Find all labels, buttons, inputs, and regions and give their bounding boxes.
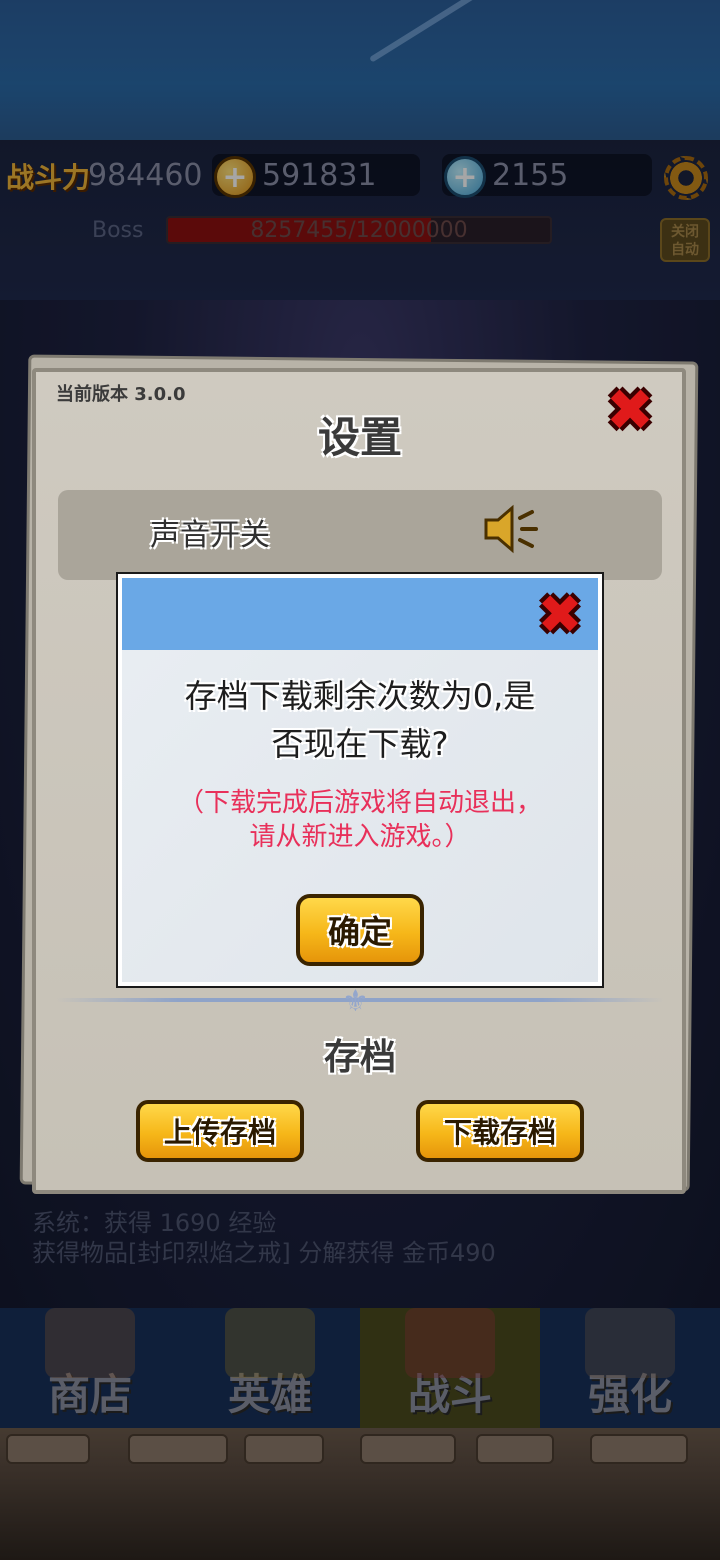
sound-toggle-label: 声音开关 (150, 518, 270, 553)
download-save-button[interactable]: 下载存档 (416, 1100, 584, 1162)
sound-row (58, 490, 662, 580)
dialog-message: 存档下载剩余次数为0,是 否现在下载? (140, 672, 580, 768)
dialog-note-line2: 请从新进入游戏。） (249, 822, 471, 852)
dialog-close-icon[interactable]: ✖ (530, 583, 590, 646)
speaker-icon[interactable] (482, 504, 542, 554)
save-section-title: 存档 (323, 1037, 396, 1078)
dialog-message-line1: 存档下载剩余次数为0,是 (184, 677, 536, 715)
dialog-note-line1: （下载完成后游戏将自动退出， (177, 788, 542, 818)
upload-save-button[interactable]: 上传存档 (136, 1100, 304, 1162)
confirm-button[interactable]: 确定 (296, 894, 424, 966)
fleur-icon: ⚜ (342, 984, 369, 1019)
dialog-header (122, 578, 598, 650)
version-label: 当前版本 3.0.0 (56, 384, 186, 405)
dialog-note: （下载完成后游戏将自动退出， 请从新进入游戏。） (140, 786, 580, 854)
dialog-message-line2: 否现在下载? (271, 725, 449, 763)
settings-close-icon[interactable]: ✖ (600, 376, 660, 444)
